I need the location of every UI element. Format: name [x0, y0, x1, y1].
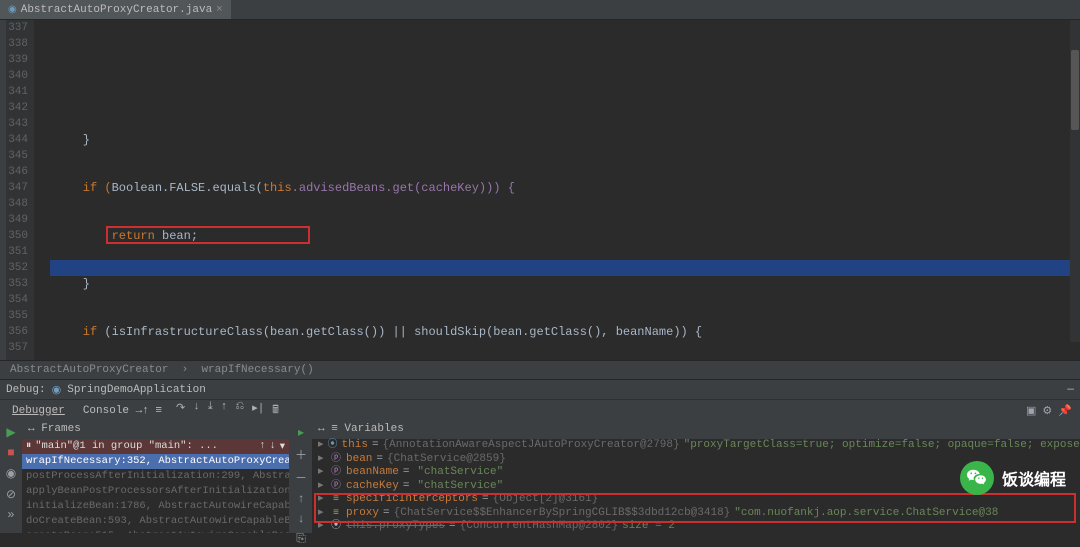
- stack-frame[interactable]: postProcessAfterInitialization:299, Abst…: [22, 469, 289, 484]
- resume-icon[interactable]: ▶: [6, 425, 15, 440]
- editor-left-margin: [0, 20, 6, 360]
- editor-scrollbar[interactable]: [1070, 20, 1080, 342]
- debug-body: ▶ ■ ◉ ⊘ » ↔ Frames ⏸ "main"@1 in group "…: [0, 421, 1080, 533]
- step-out-icon[interactable]: ↑: [221, 401, 228, 420]
- stack-frame[interactable]: wrapIfNecessary:352, AbstractAutoProxyCr…: [22, 454, 289, 469]
- tab-console[interactable]: Console →↑ ≡: [79, 405, 166, 417]
- step-over-icon[interactable]: ↷: [176, 401, 185, 420]
- vars-toolbar: ▸ ＋ － ↑ ↓ ⎘: [290, 421, 312, 533]
- debug-tabs: Debugger Console →↑ ≡ ↷ ↓ ⤓ ↑ ⎌ ▸| 🖩 ▣ ⚙…: [0, 399, 1080, 421]
- frames-header: ↔ Frames: [22, 421, 289, 439]
- thread-selector[interactable]: ⏸ "main"@1 in group "main": ... ↑ ↓ ▾: [22, 439, 289, 454]
- settings-icon[interactable]: ⚙: [1042, 404, 1052, 418]
- frames-panel: ↔ Frames ⏸ "main"@1 in group "main": ...…: [22, 421, 290, 533]
- filter-frame-icon[interactable]: ▾: [280, 440, 285, 453]
- new-watch-icon[interactable]: ＋: [295, 446, 307, 463]
- force-step-into-icon[interactable]: ⤓: [208, 401, 213, 420]
- stack-frame[interactable]: doCreateBean:593, AbstractAutowireCapabl…: [22, 514, 289, 529]
- watermark-text: 饭谈编程: [1002, 466, 1066, 490]
- stop-icon[interactable]: ■: [7, 446, 14, 460]
- layout-icon[interactable]: ▣: [1026, 404, 1036, 418]
- variable-row[interactable]: ▸≡specificInterceptors = {Object[2]@3161…: [312, 493, 1080, 507]
- pin-icon[interactable]: 📌: [1058, 404, 1072, 418]
- evaluate-icon[interactable]: 🖩: [272, 401, 279, 420]
- java-file-icon: ◉: [8, 4, 17, 16]
- code-area[interactable]: } if (Boolean.FALSE.equals(this.advisedB…: [50, 20, 1080, 360]
- next-frame-icon[interactable]: ↓: [269, 440, 275, 453]
- down-icon[interactable]: ↓: [297, 512, 304, 526]
- frames-title: ↔ Frames: [28, 423, 81, 437]
- code-editor[interactable]: 3373383393403413423433443453463473483493…: [0, 20, 1080, 360]
- run-to-cursor-icon[interactable]: ▸|: [252, 401, 264, 420]
- tab-filename: AbstractAutoProxyCreator.java: [21, 4, 212, 16]
- variables-header: ↔ ≡ Variables: [312, 421, 1080, 439]
- spring-icon: ◉: [52, 383, 62, 397]
- mute-breakpoints-icon[interactable]: ⊘: [6, 487, 16, 502]
- execution-line-highlight: [50, 260, 1080, 276]
- up-icon[interactable]: ↑: [297, 492, 304, 506]
- stack-frame[interactable]: initializeBean:1786, AbstractAutowireCap…: [22, 499, 289, 514]
- scrollbar-thumb[interactable]: [1071, 50, 1079, 130]
- editor-tab[interactable]: ◉ AbstractAutoProxyCreator.java ×: [0, 0, 231, 19]
- variables-title: Variables: [344, 423, 403, 435]
- watermark: 饭谈编程: [960, 461, 1066, 495]
- variable-row[interactable]: ▸⦿this.proxyTypes = {ConcurrentHashMap@2…: [312, 520, 1080, 533]
- more-icon[interactable]: »: [7, 508, 14, 522]
- variable-row[interactable]: ▸⦿this = {AnnotationAwareAspectJAutoProx…: [312, 439, 1080, 453]
- close-icon[interactable]: ×: [216, 4, 223, 16]
- step-into-icon[interactable]: ↓: [193, 401, 200, 420]
- view-breakpoints-icon[interactable]: ◉: [6, 466, 16, 481]
- debug-side-toolbar: ▶ ■ ◉ ⊘ »: [0, 421, 22, 533]
- wechat-logo-icon: [960, 461, 994, 495]
- variable-row[interactable]: ▸≡proxy = {ChatService$$EnhancerBySpring…: [312, 507, 1080, 521]
- remove-watch-icon[interactable]: －: [295, 469, 307, 486]
- debug-title: Debug:: [6, 384, 46, 396]
- stack-frame[interactable]: createBean:515, AbstractAutowireCapableB…: [22, 529, 289, 533]
- thread-busy-icon: ⏸: [26, 440, 31, 453]
- debug-step-toolbar: ↷ ↓ ⤓ ↑ ⎌ ▸| 🖩: [176, 401, 279, 420]
- add-watch-icon[interactable]: ▸: [298, 425, 304, 440]
- prev-frame-icon[interactable]: ↑: [259, 440, 265, 453]
- run-config-name: SpringDemoApplication: [67, 384, 206, 396]
- stack-frame[interactable]: applyBeanPostProcessorsAfterInitializati…: [22, 484, 289, 499]
- fold-column: [34, 20, 50, 360]
- debug-toolwindow-header: Debug: ◉ SpringDemoApplication —: [0, 379, 1080, 399]
- breadcrumb[interactable]: AbstractAutoProxyCreator › wrapIfNecessa…: [0, 360, 1080, 379]
- editor-tab-bar: ◉ AbstractAutoProxyCreator.java ×: [0, 0, 1080, 20]
- copy-icon[interactable]: ⎘: [296, 532, 306, 546]
- tab-debugger[interactable]: Debugger: [8, 405, 69, 417]
- minimize-icon[interactable]: —: [1067, 384, 1074, 396]
- drop-frame-icon[interactable]: ⎌: [235, 401, 244, 420]
